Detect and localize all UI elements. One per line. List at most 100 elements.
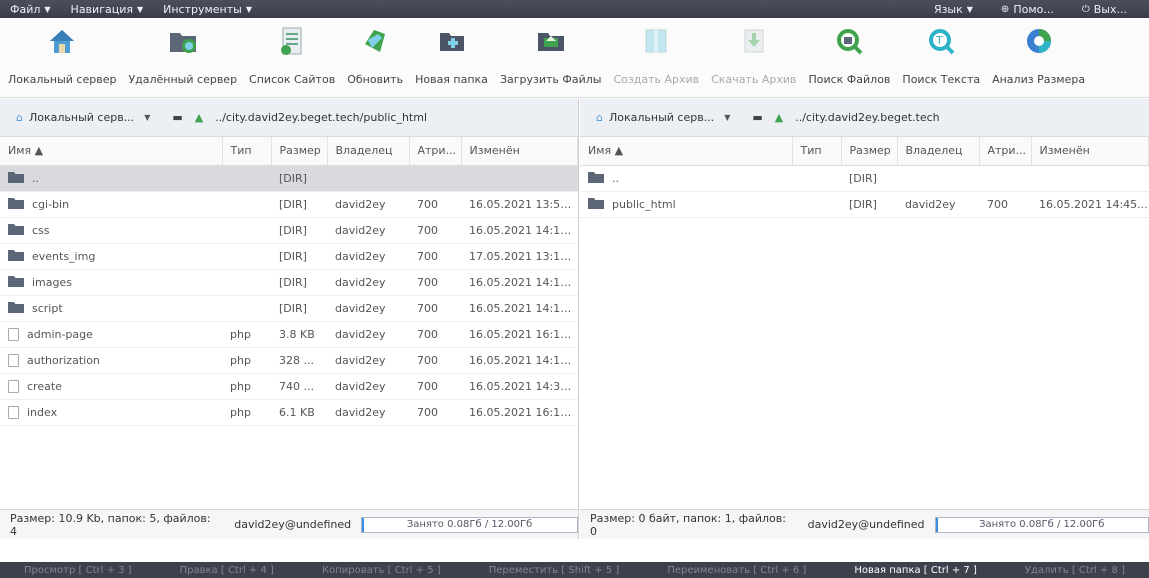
table-row[interactable]: script [DIR] david2ey 700 16.05.2021 14:15..… (0, 295, 578, 322)
right-server-select[interactable]: ⌂ Локальный серв... ▼ (590, 108, 736, 127)
file-name: authorization (27, 353, 100, 367)
cell-size: [DIR] (841, 191, 897, 218)
column-owner[interactable]: Владелец (327, 137, 410, 166)
table-row[interactable]: .. [DIR] (580, 165, 1149, 192)
action-button[interactable]: Новая папка [ Ctrl + 7 ] (854, 565, 976, 576)
table-row[interactable]: css [DIR] david2ey 700 16.05.2021 14:14... (0, 217, 578, 244)
table-row[interactable]: authorization php 328 ... david2ey 700 16.05.… (0, 347, 578, 374)
right-disk-fill (935, 517, 938, 532)
site-list-button[interactable]: Список Сайтов (249, 23, 335, 86)
column-owner[interactable]: Владелец (897, 137, 980, 166)
table-row[interactable]: .. [DIR] (0, 165, 578, 192)
name-wrapper: .. (588, 171, 792, 186)
cell-owner: david2ey (327, 269, 409, 296)
column-modified[interactable]: Изменён (1031, 137, 1149, 166)
cell-owner: david2ey (327, 295, 409, 322)
menu-language[interactable]: Язык ▼ (924, 0, 983, 18)
menu-navigation-label: Навигация (70, 2, 133, 16)
column-type[interactable]: Тип (222, 137, 272, 166)
menu-exit-label: Вых... (1093, 2, 1127, 16)
file-icon (8, 379, 19, 393)
cell-modified (1031, 165, 1149, 192)
table-row[interactable]: create php 740 ... david2ey 700 16.05.2021 14… (0, 373, 578, 400)
chevron-down-icon: ▼ (966, 4, 973, 14)
cell-size: [DIR] (271, 165, 327, 192)
action-button[interactable]: Переместить [ Shift + 5 ] (489, 565, 620, 576)
right-status-bar: Размер: 0 байт, папок: 1, файлов: 0 davi… (580, 509, 1149, 539)
table-row[interactable]: admin-page php 3.8 KB david2ey 700 16.05.2021… (0, 321, 578, 348)
text-search-button[interactable]: T Поиск Текста (902, 23, 980, 86)
home-icon (44, 23, 80, 59)
left-path-bar: ⌂ Локальный серв... ▼ ▬ ▲ ../city.david2… (0, 99, 578, 137)
cell-attr: 700 (409, 321, 461, 348)
cell-owner: david2ey (327, 347, 409, 374)
size-analysis-label: Анализ Размера (992, 73, 1086, 86)
drive-icon[interactable]: ▬ (752, 111, 762, 124)
left-panel: ⌂ Локальный серв... ▼ ▬ ▲ ../city.david2… (0, 99, 579, 539)
menu-help[interactable]: ⊕ Помо... (991, 0, 1064, 18)
file-name: script (32, 301, 63, 315)
folder-icon (8, 301, 24, 316)
cell-attr: 700 (409, 217, 461, 244)
column-attr[interactable]: Атри... (409, 137, 462, 166)
file-search-label: Поиск Файлов (808, 73, 891, 86)
column-attr[interactable]: Атри... (979, 137, 1032, 166)
column-size[interactable]: Размер (841, 137, 898, 166)
right-status-text: Размер: 0 байт, папок: 1, файлов: 0 (590, 511, 786, 538)
cell-modified: 16.05.2021 14:45... (1031, 191, 1149, 218)
local-server-button[interactable]: Локальный сервер (8, 23, 116, 86)
file-search-button[interactable]: Поиск Файлов (808, 23, 890, 86)
svg-text:T: T (935, 34, 943, 47)
action-button[interactable]: Правка [ Ctrl + 4 ] (180, 565, 274, 576)
menu-navigation[interactable]: Навигация ▼ (61, 0, 154, 18)
cell-name: cgi-bin (0, 191, 222, 218)
table-row[interactable]: public_html [DIR] david2ey 700 16.05.2021 14… (580, 191, 1149, 218)
menu-exit[interactable]: ⏻ Вых... (1072, 0, 1137, 18)
cell-type (222, 269, 271, 296)
file-search-icon (831, 23, 867, 59)
action-button[interactable]: Переименовать [ Ctrl + 6 ] (667, 565, 806, 576)
cell-modified: 16.05.2021 14:15... (461, 269, 578, 296)
left-server-select[interactable]: ⌂ Локальный серв... ▼ (10, 108, 156, 127)
action-button[interactable]: Удалить [ Ctrl + 8 ] (1025, 565, 1125, 576)
refresh-button[interactable]: Обновить (347, 23, 403, 86)
column-name[interactable]: Имя ▲ (0, 137, 223, 166)
up-folder-icon[interactable]: ▲ (775, 111, 783, 124)
table-row[interactable]: events_img [DIR] david2ey 700 17.05.2021 13:… (0, 243, 578, 270)
remote-server-button[interactable]: Удалённый сервер (128, 23, 237, 86)
home-icon: ⌂ (16, 111, 23, 124)
name-wrapper: public_html (588, 197, 792, 212)
table-row[interactable]: index php 6.1 KB david2ey 700 16.05.2021 16:1… (0, 399, 578, 426)
menu-file[interactable]: Файл ▼ (0, 0, 61, 18)
file-name: public_html (612, 197, 676, 211)
cell-type: php (222, 373, 271, 400)
cell-name: events_img (0, 243, 222, 270)
download-archive-label: Скачать Архив (711, 73, 797, 86)
column-name[interactable]: Имя ▲ (580, 137, 793, 166)
lifebuoy-icon: ⊕ (1000, 3, 1010, 15)
download-archive-button[interactable]: Скачать Архив (711, 23, 796, 86)
action-button[interactable]: Просмотр [ Ctrl + 3 ] (24, 565, 132, 576)
upload-button[interactable]: Загрузить Файлы (500, 23, 601, 86)
cell-name: css (0, 217, 222, 244)
create-archive-button[interactable]: Создать Архив (613, 23, 699, 86)
file-name: admin-page (27, 327, 93, 341)
size-analysis-button[interactable]: Анализ Размера (992, 23, 1085, 86)
action-button[interactable]: Копировать [ Ctrl + 5 ] (322, 565, 441, 576)
cell-attr: 700 (409, 399, 461, 426)
table-row[interactable]: cgi-bin [DIR] david2ey 700 16.05.2021 13:51.… (0, 191, 578, 218)
table-row[interactable]: images [DIR] david2ey 700 16.05.2021 14:15..… (0, 269, 578, 296)
cell-name: script (0, 295, 222, 322)
menu-tools[interactable]: Инструменты ▼ (153, 0, 262, 18)
refresh-icon (357, 23, 393, 59)
right-panel: ⌂ Локальный серв... ▼ ▬ ▲ ../city.david2… (580, 99, 1149, 539)
up-folder-icon[interactable]: ▲ (195, 111, 203, 124)
column-type[interactable]: Тип (792, 137, 842, 166)
drive-icon[interactable]: ▬ (172, 111, 182, 124)
folder-icon (8, 171, 24, 186)
column-modified[interactable]: Изменён (461, 137, 578, 166)
new-folder-button[interactable]: Новая папка (415, 23, 488, 86)
column-size[interactable]: Размер (271, 137, 328, 166)
right-user: david2ey@undefined (807, 518, 925, 531)
cell-size: [DIR] (271, 217, 327, 244)
